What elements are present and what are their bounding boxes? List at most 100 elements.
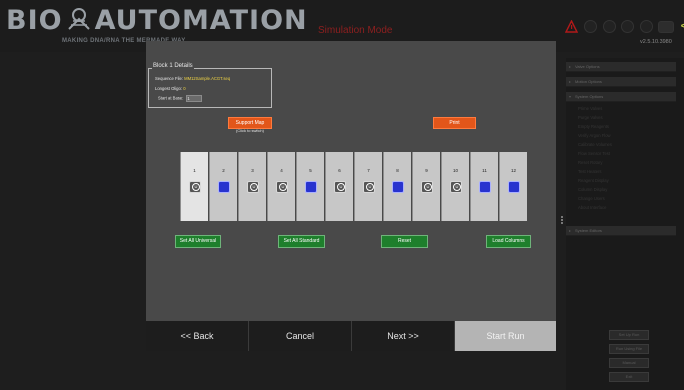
column-slot[interactable]: 6 (325, 152, 353, 221)
warning-icon[interactable] (564, 19, 579, 33)
chevron-icon: ▾ (569, 94, 572, 99)
standard-support-icon[interactable] (392, 181, 404, 193)
start-base-stepper[interactable]: 1 (186, 95, 203, 102)
sequence-file-value: MM12Sample.ACGT.seq (184, 76, 231, 81)
standard-support-icon[interactable] (508, 181, 520, 193)
status-dot-icon[interactable] (640, 21, 652, 33)
system-item[interactable]: Verify Argon Flow (578, 133, 611, 138)
column-slot[interactable]: 11 (470, 152, 498, 221)
column-number: 1 (193, 168, 196, 173)
column-number: 12 (510, 168, 516, 173)
accordion-label: System Options (575, 94, 604, 99)
standard-support-icon[interactable] (218, 181, 230, 193)
block-details-legend: Block 1 Details (152, 63, 194, 69)
status-icons: <… (564, 18, 684, 33)
set-all-universal-button[interactable]: Set All Universal (175, 235, 221, 248)
standard-support-icon[interactable] (305, 181, 317, 193)
column-slot[interactable]: 2 (209, 152, 237, 221)
cancel-button[interactable]: Cancel (249, 321, 352, 351)
system-item[interactable]: Reagent Display (578, 178, 609, 183)
column-number: 2 (222, 168, 225, 173)
universal-support-icon[interactable] (334, 181, 346, 193)
brand-right: AUTOMATION (94, 5, 308, 36)
accordion-label: Motion Options (575, 79, 602, 84)
column-slot[interactable]: 10 (441, 152, 469, 221)
universal-support-icon[interactable] (421, 181, 433, 193)
column-number: 4 (280, 168, 283, 173)
system-item[interactable]: Reset Rotary (578, 160, 602, 165)
back-button[interactable]: << Back (146, 321, 249, 351)
column-slot[interactable]: 4 (267, 152, 295, 221)
universal-support-icon[interactable] (450, 181, 462, 193)
chevron-icon: ▸ (569, 228, 572, 233)
next-button[interactable]: Next >> (352, 321, 455, 351)
universal-support-icon[interactable] (247, 181, 259, 193)
system-item[interactable]: Change Users (578, 196, 605, 201)
start-base-label: Start at Base: (158, 95, 184, 101)
column-number: 6 (338, 168, 341, 173)
column-number: 10 (452, 168, 458, 173)
dna-logo-icon (67, 8, 90, 30)
sequence-file-row: Sequence File: MM12Sample.ACGT.seq (155, 76, 230, 81)
longest-oligo-value: 0 (183, 86, 186, 91)
sequence-file-label: Sequence File: (155, 76, 183, 81)
system-item[interactable]: Prime Valves (578, 106, 602, 111)
brand-logo: BIO AUTOMATION (6, 6, 308, 36)
column-slot[interactable]: 12 (499, 152, 527, 221)
column-slot[interactable]: 5 (296, 152, 324, 221)
column-number: 8 (396, 168, 399, 173)
support-map-hint: (Click to switch) (235, 128, 264, 133)
panel-resize-grip[interactable] (561, 216, 565, 224)
accordion-valve-options[interactable]: ▸ Valve Options (566, 62, 676, 72)
column-number: 9 (425, 168, 428, 173)
accordion-label: System Editors (575, 228, 602, 233)
system-item[interactable]: Test Heaters (578, 169, 602, 174)
brand-left: BIO (6, 5, 63, 36)
accordion-label: Valve Options (575, 64, 600, 69)
column-slot[interactable]: 9 (412, 152, 440, 221)
system-item[interactable]: Flow Sensor Test (578, 151, 610, 156)
column-number: 3 (251, 168, 254, 173)
longest-oligo-label: Longest Oligo: (155, 86, 183, 91)
standard-support-icon[interactable] (479, 181, 491, 193)
system-item[interactable]: Purge Valves (578, 115, 603, 120)
wizard-nav: << Back Cancel Next >> Start Run (146, 321, 556, 351)
version-label: v2.5.10.3980 (640, 39, 672, 45)
longest-oligo-row: Longest Oligo: 0 (155, 86, 186, 91)
status-dot-icon[interactable] (603, 21, 615, 33)
universal-support-icon[interactable] (363, 181, 375, 193)
column-slot[interactable]: 1 (180, 152, 208, 221)
chevron-icon: ▸ (569, 64, 572, 69)
reset-button[interactable]: Reset (381, 235, 428, 248)
set-up-run-button[interactable]: Set Up Run (609, 330, 649, 340)
exit-button[interactable]: Exit (609, 372, 649, 382)
universal-support-icon[interactable] (189, 181, 201, 193)
chevron-icon: ▸ (569, 79, 572, 84)
status-dot-icon[interactable] (622, 21, 634, 33)
print-button[interactable]: Print (433, 117, 476, 129)
column-slot[interactable]: 8 (383, 152, 411, 221)
system-item[interactable]: About Interface (578, 205, 606, 210)
column-slot[interactable]: 7 (354, 152, 382, 221)
start-base-value[interactable]: 1 (187, 96, 189, 101)
load-columns-button[interactable]: Load Columns (486, 235, 531, 248)
system-item[interactable]: Calibrate Volumes (578, 142, 612, 147)
accordion-system-editors[interactable]: ▸ System Editors (566, 226, 676, 236)
camera-icon[interactable] (659, 21, 674, 32)
column-number: 5 (309, 168, 312, 173)
set-all-standard-button[interactable]: Set All Standard (278, 235, 325, 248)
system-item[interactable]: Column Display (578, 187, 607, 192)
accordion-system-options[interactable]: ▾ System Options (566, 92, 676, 102)
universal-support-icon[interactable] (276, 181, 288, 193)
accordion-motion-options[interactable]: ▸ Motion Options (566, 77, 676, 87)
start-base-row: Start at Base: 1 (158, 95, 203, 102)
mode-label: Simulation Mode (318, 25, 393, 36)
manual-button[interactable]: Manual (609, 358, 649, 368)
column-slot[interactable]: 3 (238, 152, 266, 221)
run-using-file-button[interactable]: Run Using File (609, 344, 649, 354)
status-dot-icon[interactable] (585, 21, 597, 33)
system-item[interactable]: Empty Reagents (578, 124, 609, 129)
column-number: 7 (367, 168, 370, 173)
column-number: 11 (482, 168, 487, 173)
start-run-button[interactable]: Start Run (455, 321, 556, 351)
